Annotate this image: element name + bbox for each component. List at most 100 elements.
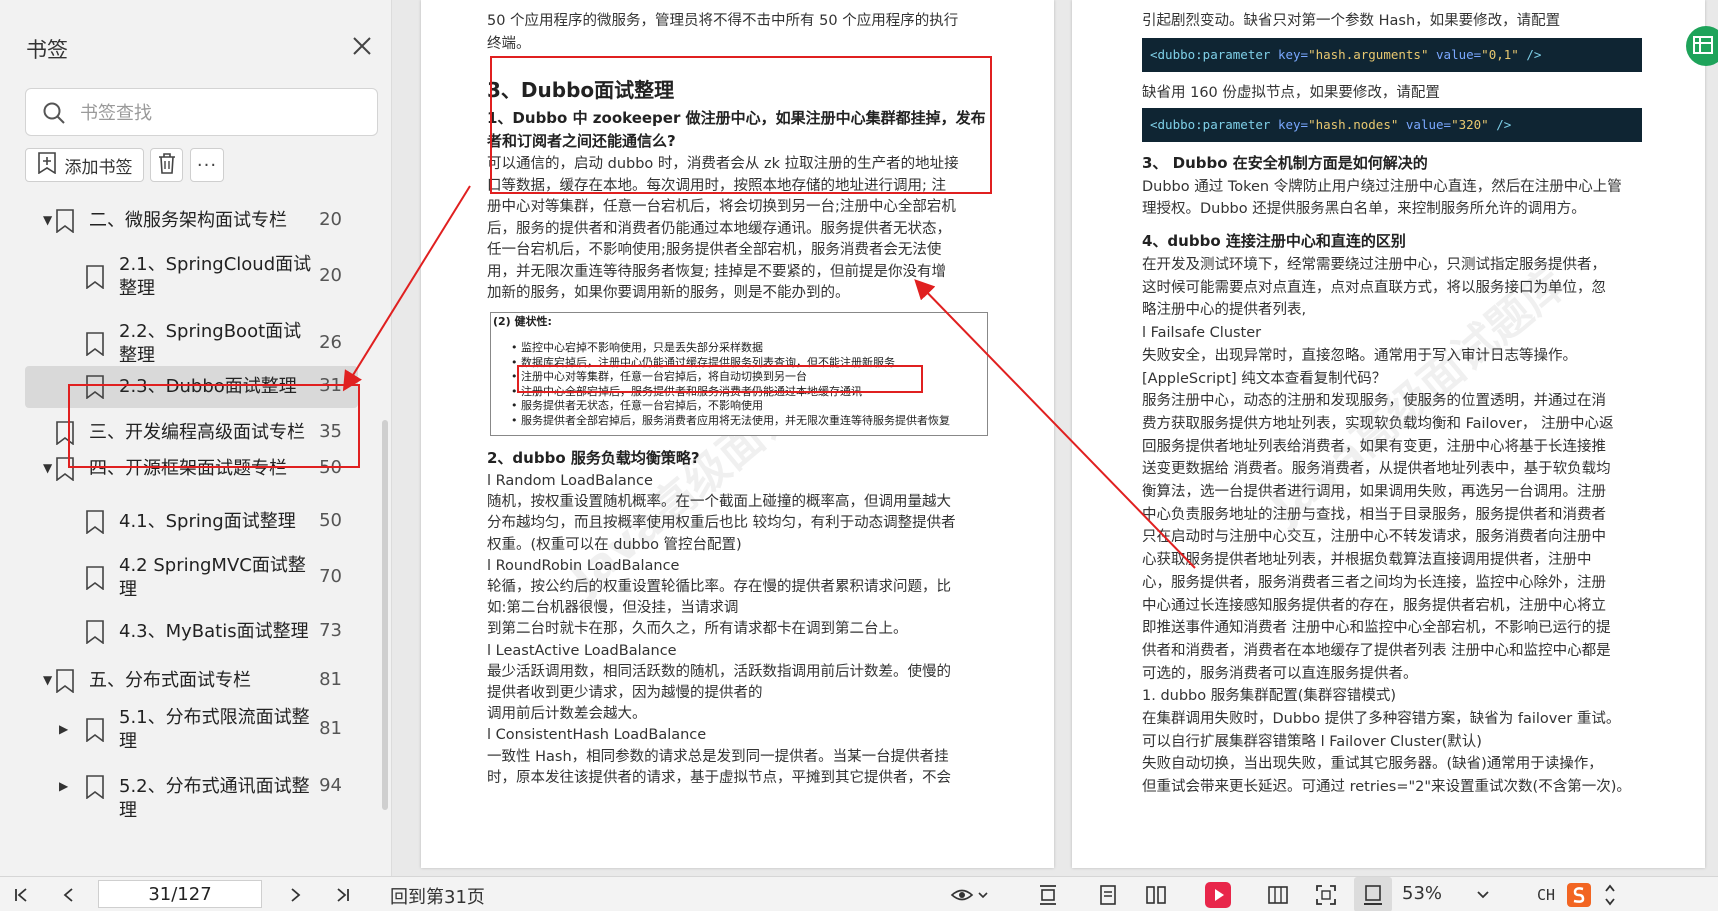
fullscreen-icon (1316, 884, 1336, 905)
bookmark-page-number: 26 (319, 332, 342, 353)
caret-right-icon[interactable]: ▶ (59, 722, 68, 736)
floating-table-button[interactable] (1686, 26, 1718, 66)
table-icon (1693, 36, 1713, 54)
bookmark-label: 二、微服务架构面试专栏 (89, 210, 287, 231)
bookmark-item[interactable]: 4.2 SpringMVC面试整理 70 (25, 546, 358, 610)
text-line: 在开发及测试环境下，经常需要绕过注册中心，只测试指定服务提供者， (1142, 257, 1606, 273)
bookmark-flag-icon (55, 669, 75, 694)
bookmark-item[interactable]: 4.3、MyBatis面试整理 73 (25, 614, 358, 650)
eye-protection-button[interactable] (948, 877, 992, 911)
play-icon (1205, 881, 1231, 908)
play-button[interactable] (1200, 877, 1236, 911)
code-value: "320" (1451, 117, 1489, 132)
bookmark-flag-icon (55, 209, 75, 234)
more-options-button[interactable]: ··· (190, 148, 224, 182)
bookmark-flag-icon (85, 510, 105, 535)
text-line: l ConsistentHash LoadBalance (487, 727, 707, 744)
column-view-button[interactable] (1260, 877, 1296, 911)
eye-icon (950, 889, 988, 900)
next-page-button[interactable] (280, 877, 310, 911)
add-bookmark-button[interactable]: 添加书签 (25, 148, 144, 182)
text-line: 在集群调用失败时，Dubbo 提供了多种容错方案，缺省为 failover 重试… (1142, 711, 1621, 727)
bookmark-page-number: 94 (319, 775, 342, 796)
text-line: 任一台宕机后，不影响使用;服务提供者全部宕机，服务消费者会无法使 (487, 242, 942, 258)
text-line: 但重试会带来更长延迟。可通过 retries="2"来设置重试次数(不含第一次)… (1142, 779, 1631, 796)
text-line: 理授权。Dubbo 还提供服务黑白名单，来控制服务所允许的调用方。 (1142, 200, 1586, 217)
bookmark-item[interactable]: ▼ 二、微服务架构面试专栏 20 (25, 204, 358, 238)
image-text-line: • 服务提供者无状态，任意一台宕掉后，不影响使用 (511, 399, 763, 412)
bookmark-page-number: 73 (319, 620, 342, 641)
chevron-right-icon (291, 887, 301, 902)
ime-settings-button[interactable] (1600, 877, 1620, 911)
sidebar-scrollbar[interactable] (382, 420, 388, 810)
text-line: 略注册中心的提供者列表, (1142, 302, 1307, 319)
highlight-box (68, 384, 360, 468)
continuous-view-button[interactable] (1090, 877, 1126, 911)
text-line: 加新的服务，如果你要调用新的服务，则是不能办到的。 (487, 285, 850, 301)
bookmark-page-number: 20 (319, 209, 342, 230)
code-value: "hash.arguments" (1308, 47, 1429, 62)
text-line: 调用前后计数差会越大。 (487, 706, 647, 723)
sogou-icon (1567, 882, 1591, 907)
caret-right-icon[interactable]: ▶ (59, 779, 68, 793)
text-line: 即推送事件通知消费者 注册中心和监控中心全部宕机，不影响已运行的提 (1142, 620, 1611, 637)
zoom-dropdown-button[interactable] (1470, 877, 1496, 911)
columns-icon (1268, 885, 1288, 904)
text-line: 只在启动时与注册中心交互，注册中心不转发请求，服务消费者向注册中 (1142, 529, 1606, 546)
text-line: l Random LoadBalance (487, 473, 653, 489)
code-key: value= (1436, 47, 1482, 62)
back-to-page-link[interactable]: 回到第31页 (390, 883, 485, 909)
caret-down-icon[interactable]: ▼ (43, 673, 52, 687)
double-page-view-button[interactable] (1138, 877, 1174, 911)
bookmark-item[interactable]: ▼ 五、分布式面试专栏 81 (25, 664, 358, 698)
text-line: l Failsafe Cluster (1142, 325, 1262, 342)
bookmark-item[interactable]: 2.2、SpringBoot面试整理 26 (25, 314, 358, 374)
text-line: 分布越均匀，而且按概率使用权重后也比 较均匀，有利于动态调整提供者 (487, 515, 956, 532)
text-line: 中心负责服务地址的注册与查找，相当于目录服务，服务提供者和消费者 (1142, 506, 1606, 523)
image-text-line: • 监控中心宕掉不影响使用，只是丢失部分采样数据 (511, 341, 763, 354)
prev-page-button[interactable] (54, 877, 84, 911)
bookmark-search-box[interactable] (25, 88, 378, 136)
caret-down-icon[interactable]: ▼ (43, 461, 52, 475)
bookmark-item[interactable]: ▶ 5.2、分布式通讯面试整理 94 (25, 770, 358, 821)
text-line: 到第二台时就卡在那，久而久之，所有请求都卡在调到第二台上。 (487, 621, 908, 638)
code-end: /> (1496, 117, 1512, 132)
delete-bookmark-button[interactable] (150, 148, 183, 182)
paragraph: 引起剧烈变动。缺省只对第一个参数 Hash，如果要修改，请配置 (1142, 13, 1561, 29)
first-page-button[interactable] (6, 877, 36, 911)
image-text-line: • 服务提供者全部宕掉后，服务消费者应用将无法使用，并无限次重连等待服务提供者恢… (511, 413, 950, 427)
close-icon[interactable] (348, 32, 376, 60)
text-line: 服务注册中心，动态的注册和发现服务，使服务的位置透明，并通过在消 (1142, 393, 1606, 410)
sogou-ime-button[interactable] (1564, 877, 1594, 911)
add-bookmark-label: 添加书签 (64, 157, 133, 178)
bookmark-item[interactable]: 4.1、Spring面试整理 50 (25, 502, 358, 542)
text-line: 册中心对等集群，任意一台宕机后，将会切换到另一台;注册中心全部宕机 (487, 199, 956, 215)
text-line: 随机，按权重设置随机概率。在一个截面上碰撞的概率高，但调用量越大 (487, 494, 951, 511)
ime-language-indicator[interactable]: CH (1532, 877, 1560, 911)
single-page-view-button[interactable] (1030, 877, 1066, 911)
code-tag: <dubbo:parameter (1150, 117, 1271, 132)
code-end: /> (1526, 47, 1542, 62)
text-line: l LeastActive LoadBalance (487, 642, 677, 659)
bookmark-page-number: 81 (319, 718, 342, 739)
trash-icon (158, 152, 176, 178)
code-block: <dubbo:parameter key="hash.arguments" va… (1142, 38, 1642, 72)
fit-height-icon (1040, 884, 1056, 905)
question-heading: 3、 Dubbo 在安全机制方面是如何解决的 (1142, 154, 1428, 172)
text-line: 可选的，服务消费者可以直连服务提供者。 (1142, 665, 1418, 682)
last-page-button[interactable] (328, 877, 358, 911)
bottom-toolbar: 回到第31页 53% CH (0, 876, 1718, 911)
bookmark-flag-icon (85, 718, 105, 743)
bookmark-flag-icon (85, 566, 105, 591)
page-number-input[interactable] (98, 880, 262, 908)
text-line: 送变更数据给 消费者。服务消费者，从提供者地址列表中，基于软负载均 (1142, 461, 1611, 478)
fit-screen-button[interactable] (1308, 877, 1344, 911)
text-line: 权重。(权重可以在 dubbo 管控台配置) (487, 536, 742, 553)
fit-width-button[interactable] (1354, 877, 1392, 911)
zoom-level[interactable]: 53% (1402, 883, 1442, 904)
caret-down-icon[interactable]: ▼ (43, 213, 52, 227)
bookmark-item[interactable]: 2.1、SpringCloud面试整理 20 (25, 244, 358, 310)
bookmark-item[interactable]: ▶ 5.1、分布式限流面试整理 81 (25, 700, 358, 760)
bookmark-search-input[interactable] (80, 99, 360, 127)
bookmark-page-number: 50 (319, 510, 342, 531)
